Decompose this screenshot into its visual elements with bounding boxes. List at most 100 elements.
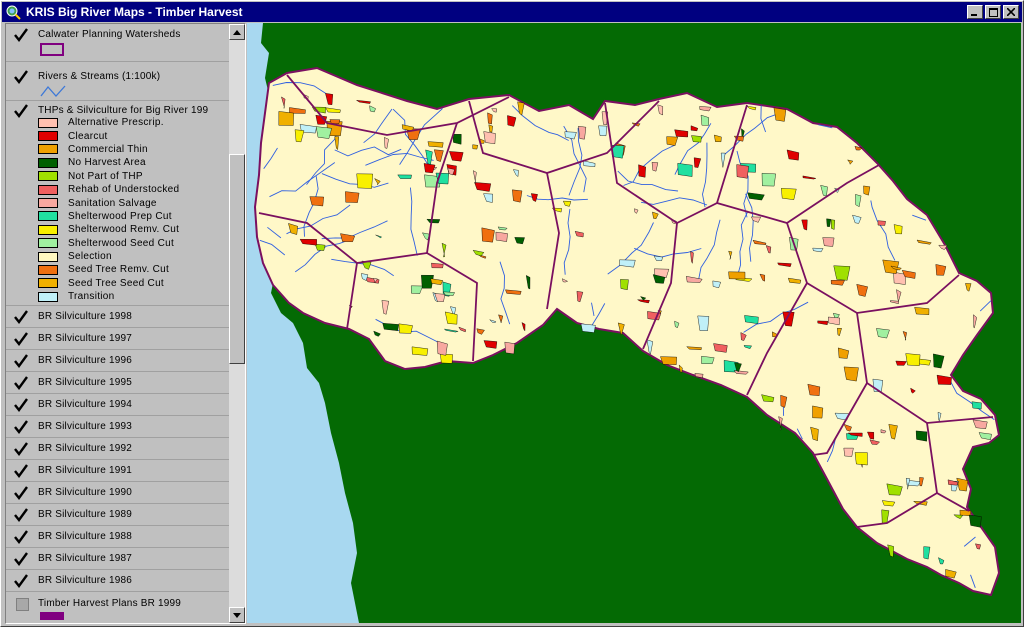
theme-year[interactable]: BR Silviculture 1997 xyxy=(6,328,229,350)
harvest-polygon xyxy=(736,164,749,179)
harvest-polygon xyxy=(728,271,746,280)
legend-label: Shelterwood Remv. Cut xyxy=(68,224,180,236)
harvest-polygon xyxy=(701,355,715,365)
legend-item: Shelterwood Prep Cut xyxy=(6,210,229,223)
legend-swatch xyxy=(38,291,58,302)
checkmark-icon[interactable] xyxy=(14,70,28,84)
theme-year[interactable]: BR Silviculture 1989 xyxy=(6,504,229,526)
theme-name: BR Silviculture 1994 xyxy=(38,399,133,410)
table-of-contents: Calwater Planning Watersheds Rivers & St… xyxy=(5,23,246,624)
legend-item: Selection xyxy=(6,250,229,263)
scroll-down-button[interactable] xyxy=(229,607,245,623)
checkmark-icon[interactable] xyxy=(14,376,28,390)
theme-year[interactable]: BR Silviculture 1996 xyxy=(6,350,229,372)
harvest-polygon xyxy=(356,173,373,189)
theme-year[interactable]: BR Silviculture 1998 xyxy=(6,306,229,328)
legend-label: Selection xyxy=(68,251,112,263)
theme-year[interactable]: BR Silviculture 1992 xyxy=(6,438,229,460)
harvest-polygon xyxy=(440,353,453,364)
checkmark-icon[interactable] xyxy=(14,530,28,544)
checkmark-icon[interactable] xyxy=(14,574,28,588)
legend-item: Seed Tree Seed Cut xyxy=(6,277,229,290)
harvest-polygon xyxy=(398,323,413,334)
legend-swatch xyxy=(38,184,58,195)
harvest-polygon xyxy=(452,134,462,145)
checkmark-icon[interactable] xyxy=(14,310,28,324)
harvest-polygon xyxy=(915,430,928,442)
harvest-polygon xyxy=(968,514,982,528)
legend-item: Transition xyxy=(6,290,229,303)
checkmark-icon[interactable] xyxy=(14,552,28,566)
harvest-polygon xyxy=(660,356,677,365)
legend-item: Not Part of THP xyxy=(6,170,229,183)
harvest-polygon xyxy=(971,401,982,410)
checkmark-icon[interactable] xyxy=(14,332,28,346)
theme-thps[interactable]: THPs & Silviculture for Big River 199 Al… xyxy=(6,101,229,306)
close-button[interactable] xyxy=(1003,5,1019,19)
harvest-polygon xyxy=(677,163,693,177)
legend-swatch xyxy=(38,157,58,168)
map-canvas[interactable] xyxy=(247,23,1021,623)
harvest-polygon xyxy=(512,189,523,203)
unchecked-checkbox[interactable] xyxy=(16,598,29,611)
maximize-icon xyxy=(988,7,998,17)
theme-year[interactable]: BR Silviculture 1987 xyxy=(6,548,229,570)
legend-label: Alternative Prescrip. xyxy=(68,117,164,129)
line-symbol-icon xyxy=(40,85,66,97)
checkmark-icon[interactable] xyxy=(14,28,28,42)
checkmark-icon[interactable] xyxy=(14,398,28,412)
checkmark-icon[interactable] xyxy=(14,420,28,434)
legend-item: No Harvest Area xyxy=(6,156,229,169)
legend-label: Seed Tree Seed Cut xyxy=(68,277,165,289)
harvest-polygon xyxy=(504,341,516,355)
theme-name: BR Silviculture 1986 xyxy=(38,575,133,586)
legend-swatch xyxy=(38,278,58,289)
theme-rivers[interactable]: Rivers & Streams (1:100k) xyxy=(6,62,229,101)
checkmark-icon[interactable] xyxy=(14,486,28,500)
checkmark-icon[interactable] xyxy=(14,464,28,478)
checkmark-icon[interactable] xyxy=(14,442,28,456)
theme-year[interactable]: BR Silviculture 1995 xyxy=(6,372,229,394)
theme-year[interactable]: BR Silviculture 1991 xyxy=(6,460,229,482)
theme-year[interactable]: BR Silviculture 1994 xyxy=(6,394,229,416)
legend-label: Not Part of THP xyxy=(68,170,143,182)
harvest-polygon xyxy=(887,544,894,558)
theme-year[interactable]: BR Silviculture 1990 xyxy=(6,482,229,504)
harvest-polygon xyxy=(822,237,835,247)
theme-year[interactable]: BR Silviculture 1988 xyxy=(6,526,229,548)
legend-item: Shelterwood Seed Cut xyxy=(6,237,229,250)
harvest-polygon xyxy=(487,112,493,125)
harvest-polygon xyxy=(638,164,646,178)
checkmark-icon[interactable] xyxy=(14,508,28,522)
map-view[interactable] xyxy=(247,23,1021,623)
harvest-polygon xyxy=(877,220,886,226)
theme-year[interactable]: BR Silviculture 1986 xyxy=(6,570,229,592)
maximize-button[interactable] xyxy=(985,5,1001,19)
title-bar[interactable]: KRIS Big River Maps - Timber Harvest xyxy=(2,2,1022,22)
scroll-up-button[interactable] xyxy=(229,24,245,40)
harvest-polygon xyxy=(578,125,587,140)
polygon-symbol-icon xyxy=(40,43,64,56)
minimize-button[interactable] xyxy=(967,5,983,19)
theme-timber-harvest-plans[interactable]: Timber Harvest Plans BR 1999 xyxy=(6,592,229,622)
theme-name: Calwater Planning Watersheds xyxy=(38,29,181,40)
globe-magnifier-icon xyxy=(6,5,21,20)
toc-scrollbar[interactable] xyxy=(229,24,245,623)
app-window: KRIS Big River Maps - Timber Harvest Cal… xyxy=(0,0,1024,627)
legend-item: Clearcut xyxy=(6,129,229,142)
close-icon xyxy=(1007,8,1015,16)
harvest-polygon xyxy=(914,307,930,315)
legend-swatch xyxy=(38,264,58,275)
legend-item: Alternative Prescrip. xyxy=(6,116,229,129)
checkmark-icon[interactable] xyxy=(14,354,28,368)
theme-name: BR Silviculture 1995 xyxy=(38,377,133,388)
theme-calwater[interactable]: Calwater Planning Watersheds xyxy=(6,24,229,62)
harvest-polygon xyxy=(397,174,412,179)
theme-name: BR Silviculture 1993 xyxy=(38,421,133,432)
scroll-thumb[interactable] xyxy=(229,154,245,364)
theme-year[interactable]: BR Silviculture 1993 xyxy=(6,416,229,438)
legend-swatch xyxy=(38,144,58,155)
harvest-polygon xyxy=(905,353,921,367)
harvest-polygon xyxy=(580,323,596,333)
theme-name: BR Silviculture 1996 xyxy=(38,355,133,366)
